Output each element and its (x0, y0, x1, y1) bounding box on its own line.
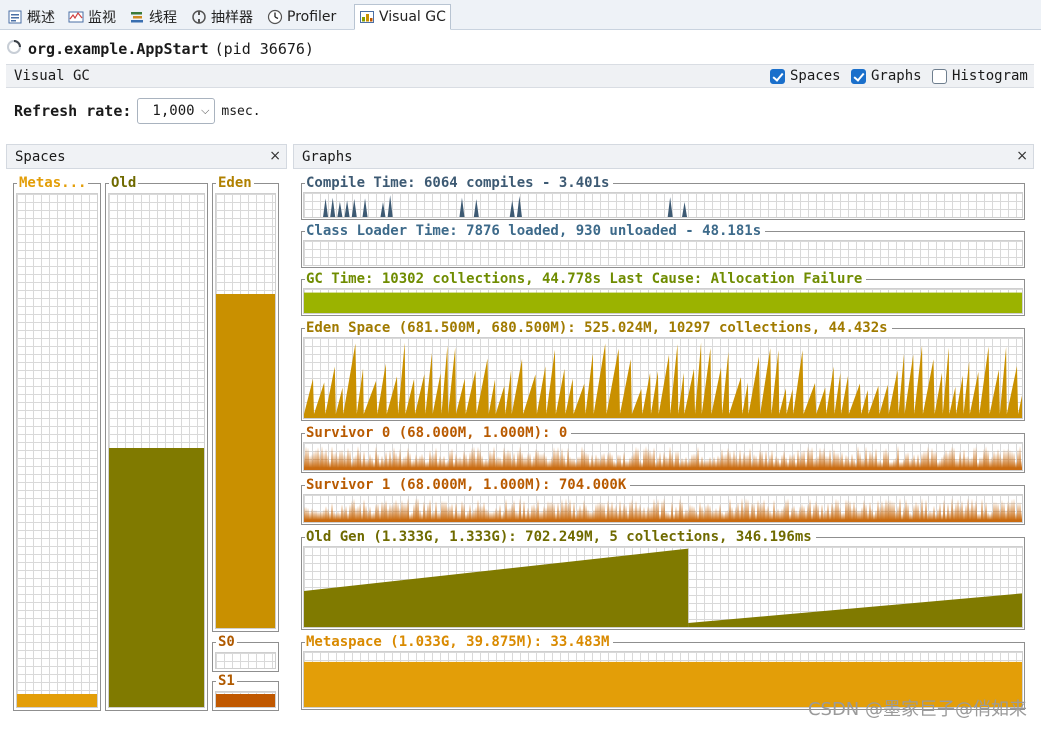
space-eden: Eden (212, 176, 279, 632)
space-label: S1 (216, 673, 237, 689)
graphs-checkbox[interactable]: Graphs (851, 68, 922, 84)
graph-title: Survivor 1 (68.000M, 1.000M): 704.000K (305, 477, 631, 493)
graphs-panel-header: Graphs × (293, 144, 1034, 169)
tab-label: Profiler (287, 8, 337, 25)
graphs-panel-title: Graphs (302, 148, 353, 165)
graph-title: Class Loader Time: 7876 loaded, 930 unlo… (305, 223, 766, 239)
graph-area (304, 548, 689, 627)
tab-profiler[interactable]: Profiler (262, 4, 341, 29)
refresh-rate-value: 1,000 (152, 103, 195, 119)
refresh-rate-label: Refresh rate: (14, 102, 132, 120)
histogram-checkbox[interactable]: Histogram (932, 68, 1028, 84)
app-title-row: org.example.AppStart (pid 36676) (6, 38, 314, 60)
monitor-icon (68, 9, 84, 25)
space-old: Old (105, 176, 208, 711)
close-icon[interactable]: × (269, 148, 281, 164)
graph-area (688, 593, 1022, 627)
spaces-panel-title: Spaces (15, 148, 66, 165)
tab-label: 线程 (149, 9, 177, 26)
space-s0: S0 (212, 635, 279, 672)
tab-label: 抽样器 (211, 9, 253, 26)
graph-title: GC Time: 10302 collections, 44.778s Last… (305, 271, 867, 287)
app-name: org.example.AppStart (28, 40, 209, 58)
tab-label: 概述 (27, 9, 55, 26)
visual-gc-label: Visual GC (14, 68, 90, 84)
graph-area (304, 497, 1022, 522)
space-label: Metas... (17, 175, 89, 191)
spaces-panel-header: Spaces × (6, 144, 287, 169)
compile-spike (516, 196, 522, 217)
tab-monitor[interactable]: 监视 (63, 4, 121, 29)
close-icon[interactable]: × (1016, 148, 1028, 164)
profiler-icon (267, 9, 283, 25)
space-metaspace: Metas... (13, 176, 101, 711)
compile-spike (473, 199, 479, 217)
space-label: S0 (216, 634, 237, 650)
sampler-icon (191, 9, 207, 25)
graph-title: Old Gen (1.333G, 1.333G): 702.249M, 5 co… (305, 529, 816, 545)
space-fill (216, 693, 275, 707)
tab-overview[interactable]: 概述 (2, 4, 60, 29)
graph-eden-space: Eden Space (681.500M, 680.500M): 525.024… (301, 320, 1025, 421)
tab-visual-gc[interactable]: Visual GC (354, 4, 451, 30)
compile-spike (351, 198, 357, 217)
graph-class-loader-time: Class Loader Time: 7876 loaded, 930 unlo… (301, 223, 1025, 268)
compile-spike (387, 195, 393, 217)
watermark: CSDN @墨家巨子@俏如来 (807, 699, 1027, 720)
app-pid: (pid 36676) (214, 40, 314, 58)
checkbox-checked-icon (851, 68, 866, 84)
refresh-rate-unit: msec. (221, 103, 261, 119)
threads-icon (129, 9, 145, 25)
tab-label: Visual GC (379, 9, 446, 25)
tab-sampler[interactable]: 抽样器 (186, 4, 258, 29)
compile-spike (344, 200, 350, 217)
graph-gc-time: GC Time: 10302 collections, 44.778s Last… (301, 271, 1025, 316)
space-fill (109, 447, 204, 707)
space-label: Eden (216, 175, 254, 191)
loading-spinner-icon (6, 39, 22, 59)
refresh-rate-row: Refresh rate: 1,000 ⌵ msec. (14, 98, 261, 124)
space-fill (216, 293, 275, 628)
graph-survivor-0: Survivor 0 (68.000M, 1.000M): 0 (301, 425, 1025, 473)
compile-spike (667, 197, 673, 217)
graph-title: Metaspace (1.033G, 39.875M): 33.483M (305, 634, 614, 650)
graph-area (304, 445, 1022, 470)
space-label: Old (109, 175, 139, 191)
spaces-checkbox-label: Spaces (790, 68, 841, 84)
compile-spike (459, 197, 465, 217)
compile-spike (337, 201, 343, 217)
compile-spike (380, 201, 386, 217)
tab-bar: 概述 监视 线程 抽样器 Profiler Visual GC (0, 0, 1041, 30)
compile-spike (682, 201, 688, 217)
graph-title: Compile Time: 6064 compiles - 3.401s (305, 175, 614, 191)
visual-gc-icon (359, 9, 375, 25)
histogram-checkbox-label: Histogram (952, 68, 1028, 84)
space-s1: S1 (212, 674, 279, 711)
compile-spike (509, 200, 515, 217)
spaces-checkbox[interactable]: Spaces (770, 68, 841, 84)
refresh-rate-select[interactable]: 1,000 ⌵ (137, 98, 216, 124)
graph-area (304, 292, 1022, 313)
graphs-checkbox-label: Graphs (871, 68, 922, 84)
graph-compile-time: Compile Time: 6064 compiles - 3.401s (301, 175, 1025, 220)
tab-label: 监视 (88, 9, 116, 26)
visual-gc-header: Visual GC Spaces Graphs Histogram (6, 64, 1034, 88)
checkbox-unchecked-icon (932, 68, 947, 84)
graph-title: Eden Space (681.500M, 680.500M): 525.024… (305, 320, 892, 336)
space-fill (17, 694, 97, 707)
compile-spike (330, 197, 336, 217)
graph-area (304, 342, 1022, 418)
graph-old-gen: Old Gen (1.333G, 1.333G): 702.249M, 5 co… (301, 529, 1025, 630)
graph-survivor-1: Survivor 1 (68.000M, 1.000M): 704.000K (301, 477, 1025, 525)
chevron-down-icon: ⌵ (201, 104, 210, 117)
tab-threads[interactable]: 线程 (124, 4, 182, 29)
compile-spike (362, 198, 368, 217)
graph-title: Survivor 0 (68.000M, 1.000M): 0 (305, 425, 572, 441)
compile-spike (323, 198, 329, 217)
overview-icon (7, 9, 23, 25)
checkbox-checked-icon (770, 68, 785, 84)
